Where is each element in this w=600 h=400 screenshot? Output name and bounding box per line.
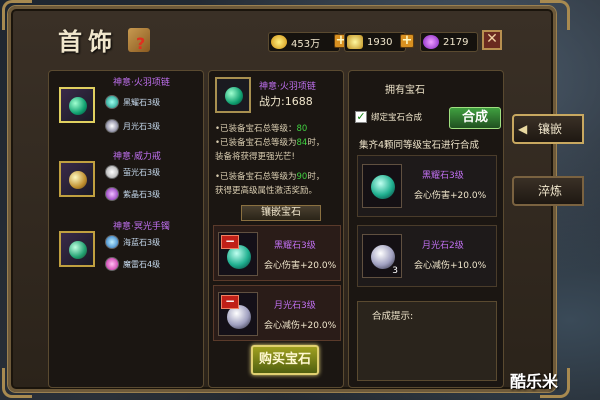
gem-label: 紫晶石3级 [123,189,161,199]
gem-line: 黑耀石3级 [105,95,160,109]
equipment-item[interactable]: 神意·火羽项链 黑耀石3级 月光石3级 [53,73,201,133]
info-line: •已装备宝石总等级：80 [215,124,308,134]
frame-corner-ornament [2,368,32,398]
selected-equipment-name: 神意·火羽项链 [259,82,316,92]
gem-icon [105,119,119,133]
gold-coin-icon [271,35,287,49]
gem-icon [105,187,119,201]
close-button[interactable]: ✕ [482,30,502,50]
owned-gem-name: 黑耀石3级 [422,171,464,181]
gem-line: 月光石3级 [105,119,160,133]
equipment-name: 神意·冥光手镯 [113,222,170,232]
socket-slot: − [218,292,258,336]
gem-count: 3 [392,266,398,276]
gem-label: 月光石3级 [123,121,161,131]
remove-gem-button[interactable]: − [221,235,239,249]
socket-gem-stat: 会心减伤+20.0% [264,321,337,331]
equipment-detail: 神意·火羽项链 战力:1688 •已装备宝石总等级：80 •已装备宝石总等级为8… [208,70,344,388]
gem-socket[interactable]: − 月光石3级 会心减伤+20.0% [213,285,341,341]
help-scroll-icon[interactable]: ? [128,28,150,53]
frame-corner-ornament [2,0,32,30]
equipment-item[interactable]: 神意·威力戒 萤光石3级 紫晶石3级 [53,147,201,205]
ring-icon [59,161,95,197]
tab-label: 镶嵌 [538,122,563,136]
page-title: 首饰 [58,27,118,56]
add-ingot-button[interactable]: + [400,34,414,48]
socket-slot: − [218,232,258,276]
tab-label: 淬炼 [538,184,563,198]
socket-gem-stat: 会心伤害+20.0% [264,261,337,271]
gem-icon [105,235,119,249]
gem-icon [105,165,119,179]
info-line: •已装备宝石总等级为84时， [215,138,325,148]
owned-gems-panel: 拥有宝石 ✓ 绑定宝石合成 合成 集齐4颗同等级宝石进行合成 黑耀石3级 会心伤… [348,70,504,388]
ingot-currency: 1930 [344,32,406,52]
gold-ingot-icon [347,35,363,49]
diamond-value: 2179 [443,36,469,48]
gem-icon [105,257,119,271]
obsidian-gem-icon [371,175,395,199]
gem-label: 海蓝石3级 [123,237,161,247]
buy-gems-button[interactable]: 购买宝石 [251,345,319,375]
gem-label: 魔雷石4级 [123,259,161,269]
socket-gem-name: 黑耀石3级 [274,241,316,251]
owned-gem-item[interactable]: 3 月光石2级 会心减伤+10.0% [357,225,497,287]
gem-slot [362,164,402,208]
gem-slot: 3 [362,234,402,278]
bracelet-icon [59,231,95,267]
tab-inlay[interactable]: ◀ 镶嵌 [512,114,584,144]
inlay-gems-tag: 镶嵌宝石 [241,205,321,221]
owned-gem-stat: 会心减伤+10.0% [414,261,487,271]
tab-temper[interactable]: 淬炼 [512,176,584,206]
info-line: •已装备宝石总等级为90时， [215,172,325,182]
selected-necklace-icon [215,77,251,113]
socket-gem-name: 月光石3级 [274,301,316,311]
compose-hint-label: 合成提示: [372,311,414,322]
owned-gem-item[interactable]: 黑耀石3级 会心伤害+20.0% [357,155,497,217]
compose-hint-box: 合成提示: [357,301,497,381]
gem-line: 魔雷石4级 [105,257,160,271]
necklace-icon [59,87,95,123]
frame-corner-ornament [540,0,570,30]
bind-gem-label: 绑定宝石合成 [371,113,423,123]
power-readout: 战力:1688 [259,93,313,109]
equipment-name: 神意·火羽项链 [113,78,170,88]
bind-gem-checkbox[interactable]: ✓ [355,111,367,123]
compose-instruction: 集齐4颗同等级宝石进行合成 [359,140,480,151]
ingot-value: 1930 [367,36,393,48]
gem-line: 海蓝石3级 [105,235,160,249]
purple-diamond-icon [423,35,439,49]
gem-icon [105,95,119,109]
watermark-logo: 酷乐米 [510,372,559,391]
info-line: 获得更高级属性激活奖励。 [215,186,318,196]
chevron-left-icon: ◀ [518,122,528,136]
owned-gem-name: 月光石2级 [422,241,464,251]
remove-gem-button[interactable]: − [221,295,239,309]
gem-line: 萤光石3级 [105,165,160,179]
gem-label: 黑耀石3级 [123,97,161,107]
power-value: 1688 [284,95,313,108]
info-line: 装备将获得更强光芒! [215,152,295,162]
owned-gem-stat: 会心伤害+20.0% [414,191,487,201]
owned-gems-title: 拥有宝石 [385,85,425,96]
gold-currency: 453万 [268,32,340,52]
gem-line: 紫晶石3级 [105,187,160,201]
equipment-item[interactable]: 神意·冥光手镯 海蓝石3级 魔雷石4级 [53,217,201,275]
compose-button[interactable]: 合成 [449,107,501,129]
diamond-currency: 2179 [420,32,478,52]
equipment-name: 神意·威力戒 [113,152,161,162]
gold-value: 453万 [291,38,321,50]
equipment-list: 神意·火羽项链 黑耀石3级 月光石3级 神意·威力戒 萤光石3级 紫晶石3级 神… [48,70,204,388]
power-label: 战力: [259,95,285,108]
gem-label: 萤光石3级 [123,167,161,177]
gem-socket[interactable]: − 黑耀石3级 会心伤害+20.0% [213,225,341,281]
